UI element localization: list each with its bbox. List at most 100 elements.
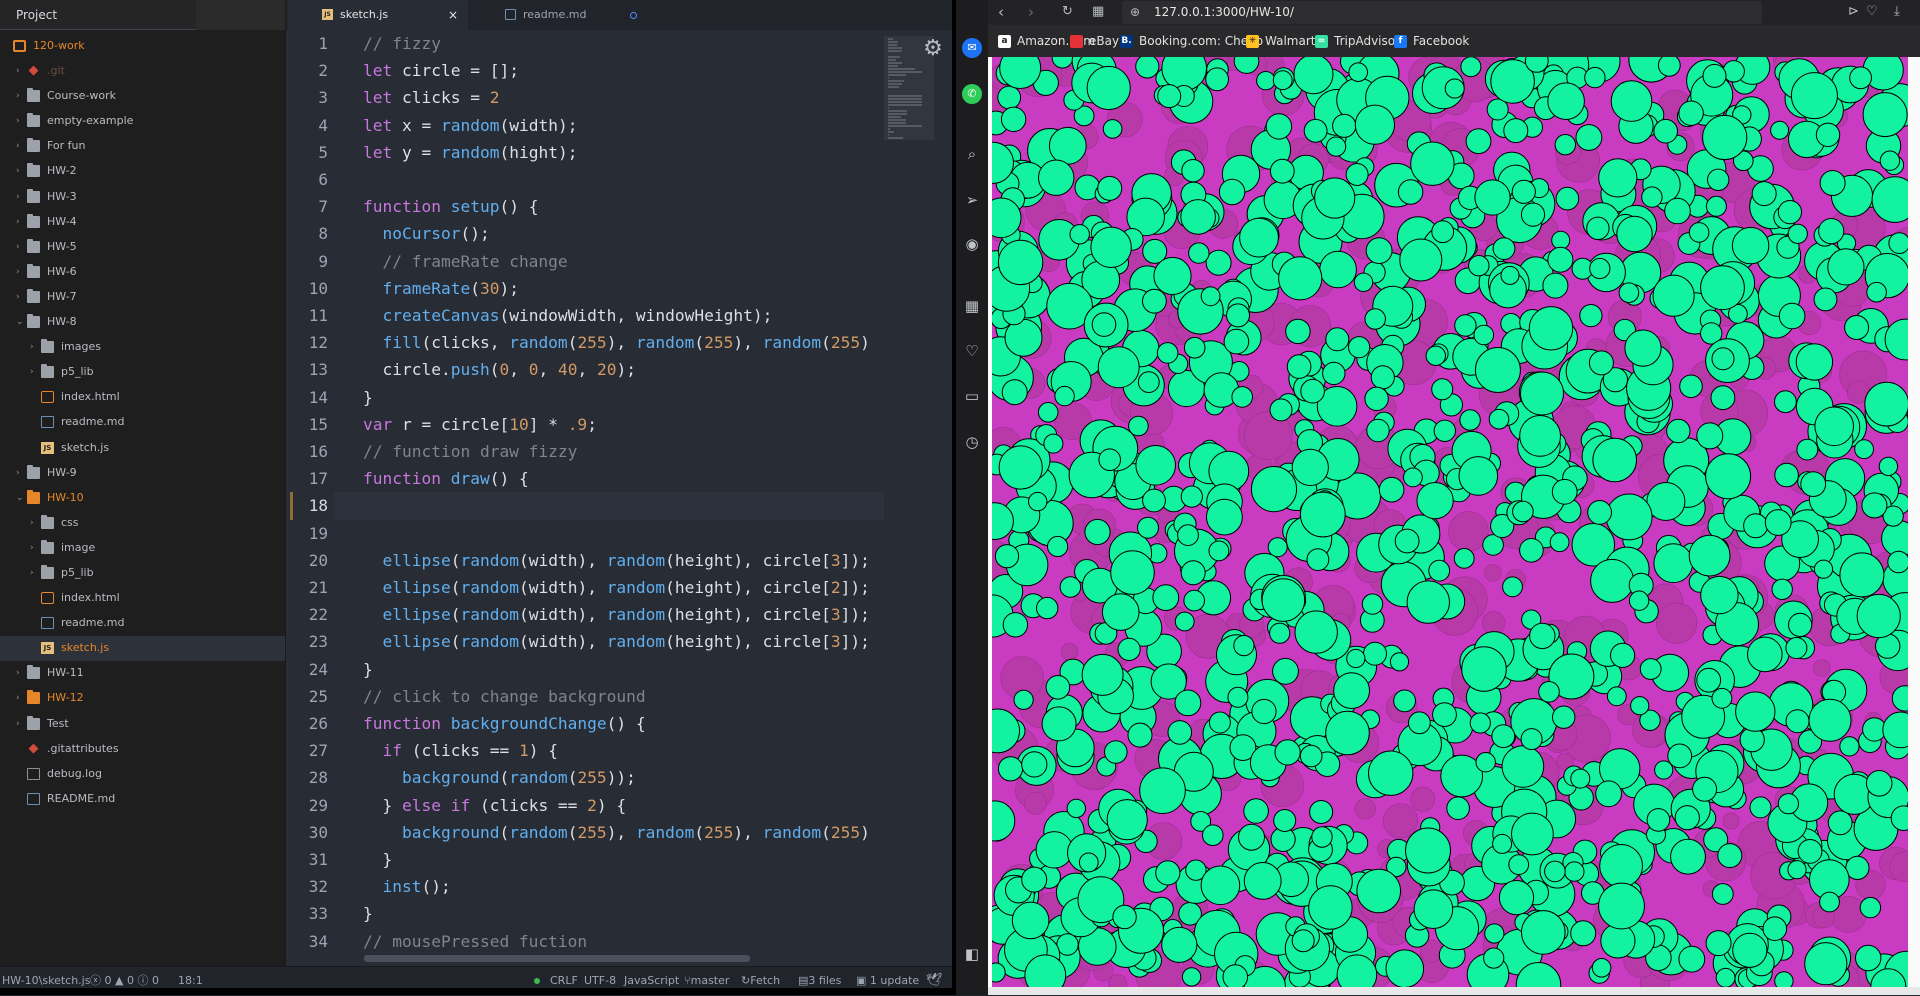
url-text[interactable]: 127.0.0.1:3000/HW-10/ [1154, 4, 1294, 20]
expand-arrow-icon[interactable]: › [16, 290, 24, 304]
tree-item[interactable]: › image [0, 536, 285, 561]
bookmark-item[interactable]: eBay [1070, 25, 1119, 57]
tree-item[interactable]: JS sketch.js [0, 636, 285, 662]
tree-item[interactable]: › For fun [0, 134, 285, 159]
code-line[interactable]: let y = random(hight); [363, 139, 577, 166]
tree-item[interactable]: ◆ .gitattributes [0, 737, 285, 762]
code-line[interactable]: ellipse(random(width), random(height), c… [363, 628, 870, 655]
expand-arrow-icon[interactable]: › [16, 691, 24, 705]
expand-arrow-icon[interactable]: › [16, 190, 24, 204]
expand-arrow-icon[interactable]: ⌄ [16, 491, 24, 505]
code-line[interactable]: // fizzy [363, 30, 441, 57]
expand-arrow-icon[interactable]: › [16, 240, 24, 254]
code-line[interactable]: ellipse(random(width), random(height), c… [363, 547, 870, 574]
bookmark-item[interactable]: ✳ Walmart [1246, 25, 1315, 57]
tree-item[interactable]: › HW-5 [0, 235, 285, 260]
send-icon[interactable]: ➢ [962, 190, 982, 210]
tree-item[interactable]: readme.md [0, 611, 285, 636]
minimap[interactable] [884, 30, 952, 966]
expand-arrow-icon[interactable]: › [16, 89, 24, 103]
expand-arrow-icon[interactable]: › [30, 365, 38, 379]
tree-item[interactable]: › p5_lib [0, 360, 285, 385]
tree-item[interactable]: index.html [0, 385, 285, 410]
heart-icon[interactable]: ♡ [962, 341, 982, 361]
code-line[interactable]: background(random(255)); [363, 764, 636, 791]
tree-item[interactable]: 120-work [0, 34, 285, 59]
code-line[interactable]: circle.push(0, 0, 40, 20); [363, 356, 635, 383]
code-editor[interactable]: 1 2 3 4 5 6 7 8 9 10 11 12 13 14 15 16 17 18 19 20 21 22 23 24 2… [286, 30, 884, 966]
tree-item[interactable]: › HW-2 [0, 159, 285, 184]
expand-arrow-icon[interactable]: › [16, 64, 24, 78]
tree-item[interactable]: README.md [0, 787, 285, 812]
tree-item[interactable]: readme.md [0, 410, 285, 435]
tree-item[interactable]: › Course-work [0, 84, 285, 109]
code-line[interactable]: var r = circle[10] * .9; [363, 411, 597, 438]
expand-arrow-icon[interactable]: › [30, 566, 38, 580]
messenger-icon[interactable]: ✉ [962, 38, 982, 58]
tree-item[interactable]: › images [0, 335, 285, 360]
code-line[interactable]: noCursor(); [363, 220, 490, 247]
tree-item[interactable]: › empty-example [0, 109, 285, 134]
expand-arrow-icon[interactable]: › [16, 265, 24, 279]
tree-item[interactable]: › HW-3 [0, 185, 285, 210]
expand-arrow-icon[interactable]: ⌄ [16, 315, 24, 329]
tree-item[interactable]: ⌄ HW-10 [0, 486, 285, 511]
p5-canvas[interactable] [992, 57, 1908, 987]
gear-icon[interactable]: ⚙ [920, 36, 946, 62]
reading-list-icon[interactable]: ▭ [962, 386, 982, 406]
expand-arrow-icon[interactable]: › [30, 541, 38, 555]
expand-arrow-icon[interactable]: › [16, 164, 24, 178]
tab-sketch-js[interactable]: JS sketch.js × [288, 0, 468, 30]
code-line[interactable]: } [363, 846, 392, 873]
tree-item[interactable]: › ◆ .git [0, 59, 285, 84]
tree-item[interactable]: › HW-4 [0, 210, 285, 235]
code-line[interactable]: let circle = []; [363, 57, 519, 84]
code-line[interactable]: // mousePressed fuction [363, 928, 587, 955]
code-line[interactable]: ellipse(random(width), random(height), c… [363, 601, 870, 628]
code-line[interactable]: background(random(255), random(255), ran… [363, 819, 870, 846]
tree-item[interactable]: debug.log [0, 762, 285, 787]
code-line[interactable]: let clicks = 2 [363, 84, 499, 111]
tree-item[interactable]: ⌄ HW-8 [0, 310, 285, 335]
tab-readme-md[interactable]: readme.md [471, 0, 651, 30]
history-icon[interactable]: ◷ [962, 432, 982, 452]
expand-arrow-icon[interactable]: › [16, 215, 24, 229]
search-icon[interactable]: ⌕ [962, 144, 982, 164]
code-line[interactable]: ellipse(random(width), random(height), c… [363, 574, 870, 601]
tree-item[interactable]: JS sketch.js [0, 436, 285, 461]
bookmark-heart-icon[interactable]: ♡ [1866, 2, 1878, 22]
bookmark-item[interactable]: f Facebook [1394, 25, 1469, 57]
code-line[interactable]: frameRate(30); [363, 275, 519, 302]
tree-item[interactable]: › HW-6 [0, 260, 285, 285]
tree-item[interactable]: › p5_lib [0, 561, 285, 586]
horizontal-scrollbar[interactable] [364, 955, 750, 962]
code-line[interactable]: } [363, 384, 373, 411]
panel-toggle-icon[interactable]: ◧ [962, 944, 982, 964]
code-line[interactable]: fill(clicks, random(255), random(255), r… [363, 329, 870, 356]
expand-arrow-icon[interactable]: › [16, 139, 24, 153]
expand-arrow-icon[interactable]: › [16, 114, 24, 128]
modified-dot-icon[interactable] [630, 12, 637, 19]
expand-arrow-icon[interactable]: › [30, 340, 38, 354]
bookmark-item[interactable]: ∞ TripAdvisor [1315, 25, 1400, 57]
code-line[interactable]: // click to change background [363, 683, 646, 710]
tree-item[interactable]: › HW-9 [0, 461, 285, 486]
tree-item[interactable]: › HW-7 [0, 285, 285, 310]
code-line[interactable]: // frameRate change [363, 248, 568, 275]
expand-arrow-icon[interactable]: › [16, 717, 24, 731]
camera-icon[interactable]: ◉ [962, 234, 982, 254]
code-line[interactable]: } [363, 656, 373, 683]
code-line[interactable]: createCanvas(windowWidth, windowHeight); [363, 302, 773, 329]
code-line[interactable]: // function draw fizzy [363, 438, 577, 465]
expand-arrow-icon[interactable]: › [16, 666, 24, 680]
back-icon[interactable]: ‹ [998, 2, 1004, 22]
reload-icon[interactable]: ↻ [1062, 2, 1073, 22]
code-line[interactable]: } else if (clicks == 2) { [363, 792, 626, 819]
download-icon[interactable]: ⤓ [1894, 2, 1900, 22]
tree-item[interactable]: index.html [0, 586, 285, 611]
code-line[interactable]: function draw() { [363, 465, 529, 492]
expand-arrow-icon[interactable]: › [30, 516, 38, 530]
tree-item[interactable]: › HW-11 [0, 661, 285, 686]
code-line[interactable]: inst(); [363, 873, 451, 900]
page-scrollbar[interactable] [1908, 57, 1920, 987]
